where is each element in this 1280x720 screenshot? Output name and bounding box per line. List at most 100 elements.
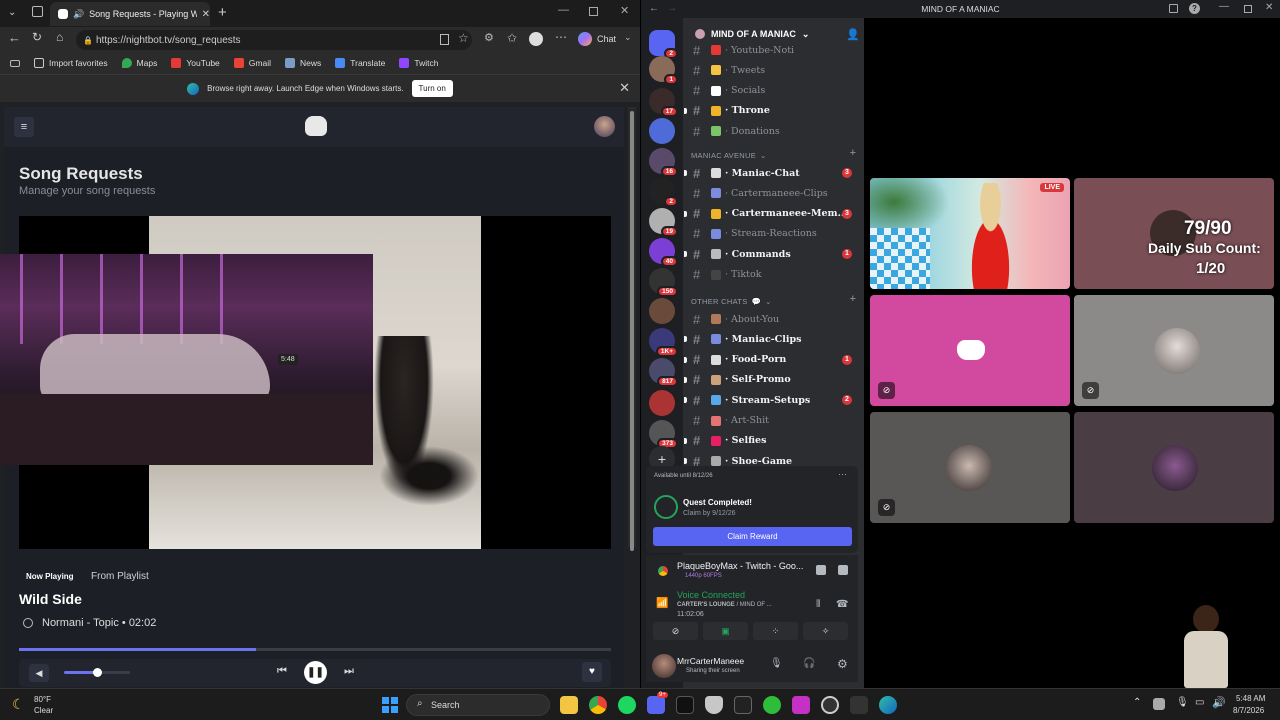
capcut-icon[interactable] [792, 696, 810, 714]
server-icon[interactable]: 1 [649, 56, 678, 85]
g-app-icon[interactable] [734, 696, 752, 714]
streamlabs-icon[interactable] [850, 696, 868, 714]
xbox-icon[interactable] [763, 696, 781, 714]
server-icon[interactable]: 2 [649, 30, 678, 59]
song-progress-track[interactable] [19, 648, 611, 651]
fav-news[interactable]: News [284, 58, 321, 68]
shield-icon[interactable] [705, 696, 723, 714]
channel-item[interactable]: # · Maniac-Chat 3 [684, 163, 858, 183]
noise-suppression-icon[interactable]: ⦀ [816, 599, 820, 610]
game-controller-icon[interactable] [816, 565, 826, 575]
server-icon[interactable] [649, 118, 675, 144]
inbox-icon[interactable] [1169, 4, 1178, 13]
category-maniac-avenue[interactable]: MANIAC AVENUE ⌄ [691, 151, 767, 160]
headphones-icon[interactable]: 🎧 [803, 658, 815, 669]
screen-share-button[interactable]: ▣ [703, 622, 748, 640]
channel-item[interactable]: # · About-You [693, 309, 858, 329]
close-tab-icon[interactable]: ✕ [202, 9, 210, 20]
discord-taskbar-icon[interactable] [647, 696, 665, 714]
channel-item[interactable]: # · Cartermaneee-Mem... 3 [684, 204, 858, 224]
maximize-button[interactable] [589, 7, 598, 16]
channel-item[interactable]: # · Youtube-Noti [693, 40, 858, 60]
microphone-icon[interactable]: 🎙 [770, 658, 783, 669]
user-avatar[interactable] [652, 654, 676, 678]
fav-import[interactable]: Import favorites [34, 58, 108, 68]
fav-maps[interactable]: Maps [121, 58, 157, 68]
server-icon[interactable]: 19 [649, 208, 678, 237]
server-icon[interactable]: 17 [649, 88, 678, 117]
server-icon[interactable] [649, 298, 675, 324]
volume-knob[interactable] [93, 668, 102, 677]
clock-date[interactable]: 8/7/2026 [1233, 706, 1264, 715]
microphone-tray-icon[interactable]: 🎙 [1176, 697, 1189, 708]
network-icon[interactable]: ▭ [1195, 697, 1204, 708]
tray-chevron-icon[interactable]: ⌃ [1133, 697, 1141, 708]
camera-button[interactable]: ⊘ [653, 622, 698, 640]
back-icon[interactable]: ← [8, 30, 21, 45]
server-icon[interactable]: 150 [649, 268, 678, 297]
tray-app-icon[interactable] [1153, 698, 1165, 710]
user-tile-3[interactable]: ⊘ [870, 412, 1070, 523]
channel-item[interactable]: # · Commands 1 [684, 244, 858, 264]
like-button[interactable]: ♥ [582, 662, 602, 682]
add-channel-icon[interactable]: + [850, 147, 856, 159]
disconnect-icon[interactable]: ☎ [836, 599, 848, 610]
stream-tile-subcount[interactable]: 79/90 Daily Sub Count: 1/20 [1074, 178, 1274, 289]
server-icon[interactable]: 16 [649, 148, 678, 177]
soundboard-button[interactable]: ✧ [803, 622, 848, 640]
fav-twitch[interactable]: Twitch [399, 58, 438, 68]
page-scrollbar[interactable] [628, 107, 636, 551]
fav-youtube[interactable]: YouTube [171, 58, 220, 68]
collections-icon[interactable] [10, 59, 20, 67]
workspaces-icon[interactable] [32, 6, 43, 17]
edge-icon[interactable] [879, 696, 897, 714]
stream-tile-tv[interactable]: LIVE [870, 178, 1070, 289]
maximize-button[interactable] [1244, 5, 1252, 13]
address-input[interactable]: 🔒 https://nightbot.tv/song_requests [76, 30, 472, 50]
settings-gear-icon[interactable]: ⚙ [837, 657, 848, 671]
new-tab-button[interactable]: + [218, 4, 227, 21]
server-icon[interactable]: 40 [649, 238, 678, 267]
from-playlist-tab[interactable]: From Playlist [91, 571, 149, 582]
close-infobar-icon[interactable]: ✕ [619, 80, 630, 96]
chevron-down-icon[interactable]: ⌄ [624, 32, 632, 43]
stop-activity-icon[interactable] [838, 565, 848, 575]
next-button[interactable]: ⏭ [344, 665, 354, 678]
channel-item[interactable]: # · Tiktok [693, 265, 858, 285]
menu-button[interactable]: ≡ [14, 117, 34, 137]
fav-translate[interactable]: Translate [335, 58, 385, 68]
now-playing-tab[interactable]: Now Playing [26, 572, 74, 581]
minimize-button[interactable]: — [1219, 1, 1229, 12]
home-icon[interactable]: ⌂ [56, 30, 63, 44]
user-tile-2[interactable]: ⊘ [1074, 295, 1274, 406]
reader-icon[interactable] [440, 34, 449, 45]
favorites-icon[interactable]: ✩ [507, 31, 517, 45]
server-icon[interactable]: 2 [649, 178, 678, 207]
channel-item[interactable]: # · Food-Porn 1 [684, 350, 858, 370]
favorite-star-icon[interactable]: ☆ [458, 31, 469, 45]
user-avatar[interactable] [594, 116, 615, 137]
server-icon[interactable]: 817 [649, 358, 678, 387]
profile-avatar-icon[interactable] [529, 32, 543, 46]
refresh-icon[interactable]: ↻ [32, 30, 42, 44]
claim-reward-button[interactable]: Claim Reward [653, 527, 852, 546]
channel-item[interactable]: # · Stream-Reactions [693, 224, 858, 244]
extensions-icon[interactable]: ⚙ [484, 31, 494, 44]
help-icon[interactable]: ? [1189, 3, 1200, 14]
minimize-button[interactable]: — [558, 4, 569, 16]
scrollbar-thumb[interactable] [630, 111, 634, 551]
channel-item[interactable]: # · Donations [693, 121, 858, 141]
fav-gmail[interactable]: Gmail [233, 58, 271, 68]
server-icon[interactable]: 373 [649, 420, 678, 449]
chat-button[interactable]: Chat [597, 34, 616, 44]
clock-time[interactable]: 5:48 AM [1236, 694, 1265, 703]
tab-actions-icon[interactable]: ⌄ [8, 7, 16, 18]
pause-button[interactable]: ❚❚ [304, 661, 327, 684]
close-window-button[interactable]: ✕ [1265, 2, 1273, 13]
channel-item[interactable]: # · Cartermaneee-Clips [693, 183, 858, 203]
user-tile-4[interactable] [1074, 412, 1274, 523]
tab-song-requests[interactable]: 🔊 Song Requests - Playing Wild ✕ [50, 2, 210, 26]
weather-moon-icon[interactable]: ☾ [12, 696, 25, 713]
server-icon[interactable] [649, 390, 675, 416]
voice-channel-line[interactable]: CARTER'S LOUNGE / MIND OF ... [677, 602, 772, 608]
